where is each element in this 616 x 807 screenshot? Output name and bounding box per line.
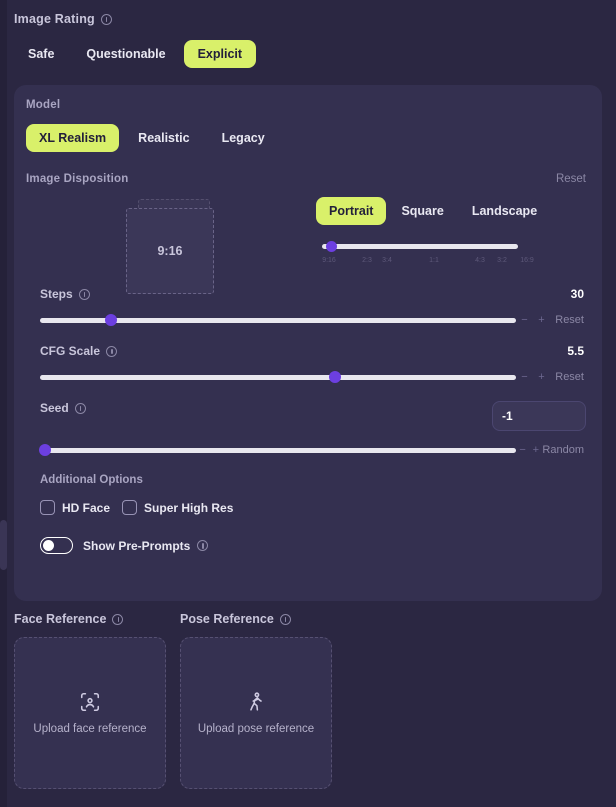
additional-options-checkboxes: HD Face Super High Res xyxy=(40,500,586,515)
aspect-ratio-ticks: 9:16 2:3 3:4 1:1 4:3 3:2 16:9 xyxy=(322,257,534,269)
cfg-scale-header: CFG Scale 5.5 xyxy=(40,344,586,358)
cfg-scale-section: CFG Scale 5.5 − + Reset xyxy=(26,344,590,383)
seed-increment-button[interactable]: + xyxy=(529,444,542,456)
ratio-tick-9-16: 9:16 xyxy=(322,257,336,264)
additional-options-section: Additional Options HD Face Super High Re… xyxy=(26,474,590,554)
seed-slider-knob[interactable] xyxy=(38,444,51,456)
steps-info-icon[interactable] xyxy=(78,288,90,300)
seed-input[interactable] xyxy=(492,401,586,431)
reference-panels: Face Reference Upload face reference Pos… xyxy=(0,612,616,789)
pose-reference-label: Pose Reference xyxy=(180,612,332,626)
face-reference-info-icon[interactable] xyxy=(112,613,124,625)
generation-settings-card: Model XL Realism Realistic Legacy Image … xyxy=(14,85,602,601)
cfg-scale-label: CFG Scale xyxy=(40,344,118,358)
seed-slider-track[interactable] xyxy=(40,448,516,453)
seed-random-button[interactable]: Random xyxy=(542,444,586,456)
rating-option-questionable[interactable]: Questionable xyxy=(72,40,179,68)
steps-header: Steps 30 xyxy=(40,287,586,301)
model-option-realistic[interactable]: Realistic xyxy=(125,124,202,152)
pose-reference-section: Pose Reference Upload pose reference xyxy=(0,612,332,789)
page-scrollbar-thumb[interactable] xyxy=(0,520,7,570)
steps-slider-knob[interactable] xyxy=(105,314,118,326)
pose-reference-info-icon[interactable] xyxy=(279,613,291,625)
cfg-scale-label-text: CFG Scale xyxy=(40,344,101,358)
info-icon[interactable] xyxy=(100,13,112,25)
image-rating-label-text: Image Rating xyxy=(14,12,95,26)
cfg-scale-decrement-button[interactable]: − xyxy=(516,371,533,383)
super-high-res-checkbox[interactable] xyxy=(122,500,138,515)
steps-increment-button[interactable]: + xyxy=(533,314,550,326)
additional-options-title: Additional Options xyxy=(40,474,143,486)
show-pre-prompts-row: Show Pre-Prompts xyxy=(40,537,586,554)
hd-face-checkbox-item[interactable]: HD Face xyxy=(40,500,110,515)
seed-controls: − + Random xyxy=(38,444,586,456)
cfg-scale-increment-button[interactable]: + xyxy=(533,371,550,383)
ratio-tick-2-3: 2:3 xyxy=(362,257,372,264)
cfg-scale-slider-track[interactable] xyxy=(40,375,516,380)
toggle-knob xyxy=(42,539,54,551)
show-pre-prompts-toggle[interactable] xyxy=(40,537,73,554)
image-rating-options: Safe Questionable Explicit xyxy=(14,40,616,68)
orientation-square[interactable]: Square xyxy=(388,197,456,225)
rating-option-explicit[interactable]: Explicit xyxy=(183,40,257,68)
steps-reset-button[interactable]: Reset xyxy=(550,314,586,326)
image-rating-label: Image Rating xyxy=(14,12,616,26)
cfg-scale-slider[interactable] xyxy=(40,371,516,383)
seed-section: Seed − + Random xyxy=(26,401,590,456)
orientation-portrait[interactable]: Portrait xyxy=(316,197,387,225)
hd-face-checkbox[interactable] xyxy=(40,500,55,515)
aspect-ratio-slider[interactable] xyxy=(322,240,586,252)
pose-reference-label-text: Pose Reference xyxy=(180,612,274,626)
cfg-scale-value: 5.5 xyxy=(567,344,584,358)
walking-person-icon xyxy=(250,692,262,711)
orientation-column: Portrait Square Landscape 9:16 2:3 3:4 1… xyxy=(316,195,590,269)
ratio-tick-3-2: 3:2 xyxy=(497,257,507,264)
ratio-tick-16-9: 16:9 xyxy=(520,257,534,264)
cfg-scale-info-icon[interactable] xyxy=(106,345,118,357)
model-options: XL Realism Realistic Legacy xyxy=(26,124,590,152)
steps-decrement-button[interactable]: − xyxy=(516,314,533,326)
ratio-tick-3-4: 3:4 xyxy=(382,257,392,264)
aspect-ratio-track[interactable] xyxy=(322,244,518,249)
orientation-options: Portrait Square Landscape xyxy=(316,197,590,225)
steps-label-text: Steps xyxy=(40,287,73,301)
orientation-landscape[interactable]: Landscape xyxy=(459,197,550,225)
steps-controls: − + Reset xyxy=(40,314,586,326)
steps-value: 30 xyxy=(570,287,584,301)
model-option-xl-realism[interactable]: XL Realism xyxy=(26,124,120,152)
steps-section: Steps 30 − + Reset xyxy=(26,287,590,326)
seed-header: Seed xyxy=(40,401,586,431)
super-high-res-checkbox-item[interactable]: Super High Res xyxy=(122,500,233,515)
show-pre-prompts-label: Show Pre-Prompts xyxy=(83,538,209,553)
ratio-tick-4-3: 4:3 xyxy=(475,257,485,264)
aspect-preview: 9:16 xyxy=(26,195,316,294)
model-label: Model xyxy=(26,99,61,111)
steps-slider[interactable] xyxy=(40,314,516,326)
hd-face-label: HD Face xyxy=(62,500,111,515)
image-disposition-body: 9:16 Portrait Square Landscape 9:16 2:3 … xyxy=(26,195,590,294)
aspect-ratio-knob[interactable] xyxy=(326,241,337,252)
seed-slider[interactable] xyxy=(38,444,516,456)
aspect-preview-box: 9:16 xyxy=(126,208,214,294)
pose-reference-dropzone[interactable]: Upload pose reference xyxy=(180,637,332,789)
cfg-scale-controls: − + Reset xyxy=(40,371,586,383)
show-pre-prompts-info-icon[interactable] xyxy=(197,540,209,551)
show-pre-prompts-label-text: Show Pre-Prompts xyxy=(83,538,191,553)
pose-reference-upload-text: Upload pose reference xyxy=(197,723,315,735)
cfg-scale-reset-button[interactable]: Reset xyxy=(550,371,586,383)
steps-label: Steps xyxy=(40,287,90,301)
model-option-legacy[interactable]: Legacy xyxy=(209,124,278,152)
cfg-scale-slider-knob[interactable] xyxy=(329,371,342,383)
image-disposition-label: Image Disposition xyxy=(26,173,129,185)
seed-label: Seed xyxy=(40,401,86,415)
image-rating-section: Image Rating Safe Questionable Explicit xyxy=(0,0,616,68)
rating-option-safe[interactable]: Safe xyxy=(14,40,68,68)
image-disposition-header: Image Disposition Reset xyxy=(26,173,590,185)
seed-decrement-button[interactable]: − xyxy=(516,444,529,456)
ratio-tick-1-1: 1:1 xyxy=(429,257,439,264)
seed-info-icon[interactable] xyxy=(74,402,86,414)
seed-label-text: Seed xyxy=(40,401,69,415)
disposition-reset-button[interactable]: Reset xyxy=(556,173,586,185)
super-high-res-label: Super High Res xyxy=(144,500,234,515)
